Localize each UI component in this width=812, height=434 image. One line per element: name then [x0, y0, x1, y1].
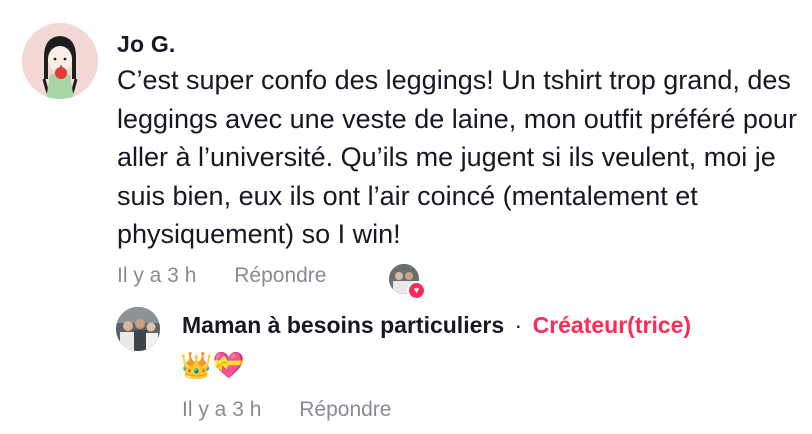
group-photo-avatar-icon — [116, 307, 160, 351]
reply-meta: Il y a 3 h Répondre — [182, 398, 391, 422]
reply-button[interactable]: Répondre — [234, 264, 326, 287]
creator-badge: Créateur(trice) — [532, 312, 692, 338]
illustrated-girl-avatar-icon — [22, 23, 98, 99]
separator-dot: · — [514, 312, 523, 338]
commenter-avatar[interactable] — [22, 23, 98, 99]
comment-text: C’est super confo des leggings! Un tshir… — [117, 65, 797, 249]
reply-author-line: Maman à besoins particuliers · Créateur(… — [182, 312, 691, 339]
comment-author[interactable]: Jo G. — [117, 31, 176, 58]
reply-text: 👑💝 — [180, 350, 245, 380]
reply-author[interactable]: Maman à besoins particuliers — [182, 312, 504, 338]
liked-by-creator-indicator: ♥ — [389, 264, 426, 300]
reply-to-reply-button[interactable]: Répondre — [299, 398, 391, 421]
reply-timestamp: Il y a 3 h — [182, 398, 262, 421]
creator-avatar[interactable] — [116, 307, 160, 351]
heart-icon: ♥ — [407, 281, 426, 300]
comment-meta: Il y a 3 h Répondre — [117, 264, 326, 288]
comment-timestamp: Il y a 3 h — [117, 264, 197, 287]
